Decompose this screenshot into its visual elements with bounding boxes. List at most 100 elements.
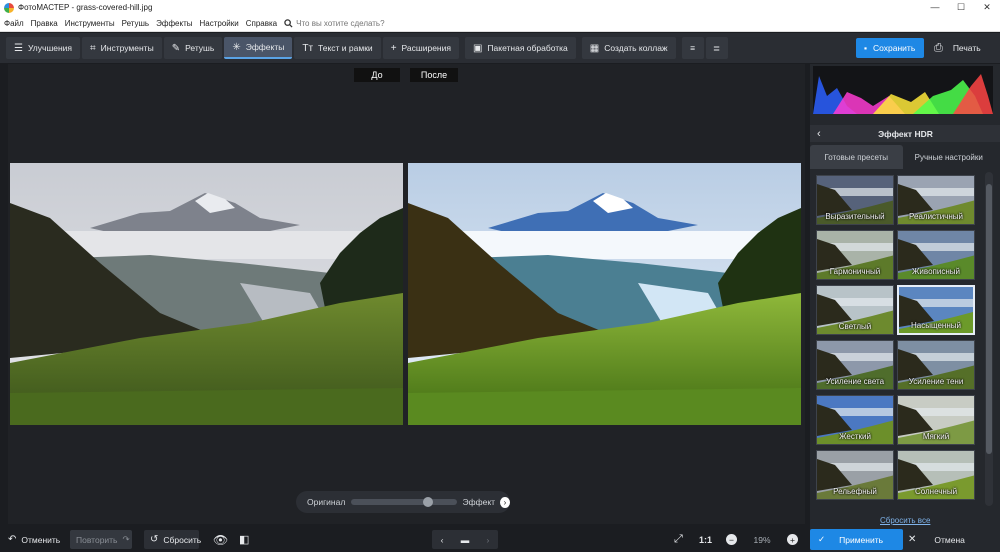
fit-screen-icon[interactable]: ⤢ [674,530,683,549]
save-button[interactable]: ▪ Сохранить [856,38,924,58]
slider-handle[interactable] [423,497,434,507]
reset-all-link[interactable]: Сбросить все [880,516,930,525]
tab-label: Ретушь [185,43,215,53]
panel-tabs: Готовые пресеты Ручные настройки [810,145,995,169]
minimize-button[interactable]: — [922,0,948,15]
maximize-button[interactable]: ☐ [948,0,974,15]
redo-button[interactable]: Повторить ↷ [70,530,132,549]
preset-thumbnail[interactable]: Солнечный [897,450,975,500]
tab-improvements[interactable]: ☰ Улучшения [6,37,81,59]
slider-label-original: Оригинал [307,497,346,507]
preset-scrollbar[interactable] [985,172,993,506]
scrollbar-thumb[interactable] [986,184,992,454]
preset-thumbnail[interactable]: Жесткий [816,395,894,445]
tab-effects[interactable]: ✳ Эффекты [224,37,293,59]
tab-manual-settings[interactable]: Ручные настройки [903,145,996,169]
menu-file[interactable]: Файл [0,19,27,28]
add-image-button[interactable]: ≡ [681,37,704,59]
after-label[interactable]: После [410,68,458,82]
undo-label: Отменить [21,534,61,545]
menu-tools[interactable]: Инструменты [61,19,118,28]
collage-label: Создать коллаж [604,43,668,53]
preset-thumbnail[interactable]: Насыщенный [897,285,975,335]
tab-label: Текст и рамки [318,43,373,53]
close-button[interactable]: ✕ [974,0,1000,15]
zoom-in-icon[interactable]: + [787,534,798,545]
preset-label: Усиление тени [908,377,964,386]
redo-icon: ↷ [122,534,130,544]
preset-thumbnail[interactable]: Усиление света [816,340,894,390]
reset-button[interactable]: ↺ Сбросить [144,530,201,549]
effect-strength-slider[interactable] [351,497,457,507]
cancel-button[interactable]: ✕ Отмена [908,529,965,550]
chevron-right-icon[interactable]: › [500,496,510,508]
close-icon: ✕ [908,534,917,545]
tab-text-frames[interactable]: Tт Текст и рамки [294,37,381,59]
panel-header: ‹ Эффект HDR [810,125,1000,142]
preset-thumbnail[interactable]: Мягкий [897,395,975,445]
slider-label-effect: Эффект [462,497,496,507]
compare-icon[interactable]: ◧ [239,530,249,549]
before-label[interactable]: До [354,68,400,82]
batch-processing-button[interactable]: ▣ Пакетная обработка [464,37,576,59]
before-photo [10,163,403,425]
search-input[interactable] [296,18,407,28]
tab-retouch[interactable]: ✎ Ретушь [163,37,223,59]
title-bar: ФотоМАСТЕР - grass-covered-hill.jpg — ☐ … [0,0,1000,15]
brush-icon: ✎ [171,42,181,54]
folder-icon[interactable]: ▬ [461,535,470,545]
preset-thumbnail[interactable]: Усиление тени [897,340,975,390]
print-button[interactable]: ⎙ Печать [934,38,981,58]
preset-grid: Выразительный Реалистичный Гармоничный Живо… [812,170,982,506]
zoom-value[interactable]: 19% [743,530,781,549]
tab-label: Улучшения [27,43,73,53]
eye-icon[interactable]: 👁 [213,530,228,549]
tab-label: Эффекты [245,42,285,52]
preset-thumbnail[interactable]: Рельефный [816,450,894,500]
preset-thumbnail[interactable]: Реалистичный [897,175,975,225]
reset-icon: ↺ [150,534,159,545]
tab-presets[interactable]: Готовые пресеты [810,145,903,169]
tab-label: Инструменты [100,43,154,53]
app-logo-icon [4,2,14,13]
preset-label: Светлый [838,322,872,331]
preset-label: Солнечный [914,487,958,496]
undo-icon: ↶ [8,534,17,545]
preset-label: Рельефный [833,487,877,496]
preset-label: Усиление света [825,377,885,386]
crop-icon: ⌗ [90,42,96,54]
batch-label: Пакетная обработка [487,43,568,53]
tab-extensions[interactable]: + Расширения [382,37,459,59]
apply-button[interactable]: ✓ Применить [810,529,903,550]
plus-icon: + [390,42,397,54]
effect-strength-control: Оригинал Эффект › [296,491,510,513]
preset-thumbnail[interactable]: Выразительный [816,175,894,225]
actual-size-button[interactable]: 1:1 [699,530,712,549]
histogram [813,66,993,114]
create-collage-button[interactable]: ▦ Создать коллаж [581,37,676,59]
sliders-icon: ☰ [14,42,23,54]
menu-effects[interactable]: Эффекты [152,19,195,28]
text-icon: Tт [302,42,314,54]
save-label: Сохранить [873,43,916,53]
tab-label: Расширения [401,43,451,53]
history-button[interactable]: ≣ [705,37,728,59]
preset-label: Мягкий [922,432,950,441]
menu-edit[interactable]: Правка [27,19,61,28]
menu-retouch[interactable]: Ретушь [118,19,153,28]
preset-label: Жесткий [839,432,871,441]
menu-help[interactable]: Справка [242,19,280,28]
menu-settings[interactable]: Настройки [195,19,241,28]
undo-button[interactable]: ↶ Отменить [8,530,60,549]
tab-tools[interactable]: ⌗ Инструменты [82,37,162,59]
panel-title: Эффект HDR [878,128,933,139]
back-arrow-icon[interactable]: ‹ [817,128,841,140]
preset-thumbnail[interactable]: Светлый [816,285,894,335]
window-title: ФотоМАСТЕР - grass-covered-hill.jpg [18,3,153,12]
preset-thumbnail[interactable]: Гармоничный [816,230,894,280]
collage-icon: ▦ [589,42,600,54]
zoom-out-icon[interactable]: − [726,534,737,545]
prev-image-icon[interactable]: ‹ [441,535,444,545]
next-image-icon[interactable]: › [487,535,490,545]
preset-thumbnail[interactable]: Живописный [897,230,975,280]
